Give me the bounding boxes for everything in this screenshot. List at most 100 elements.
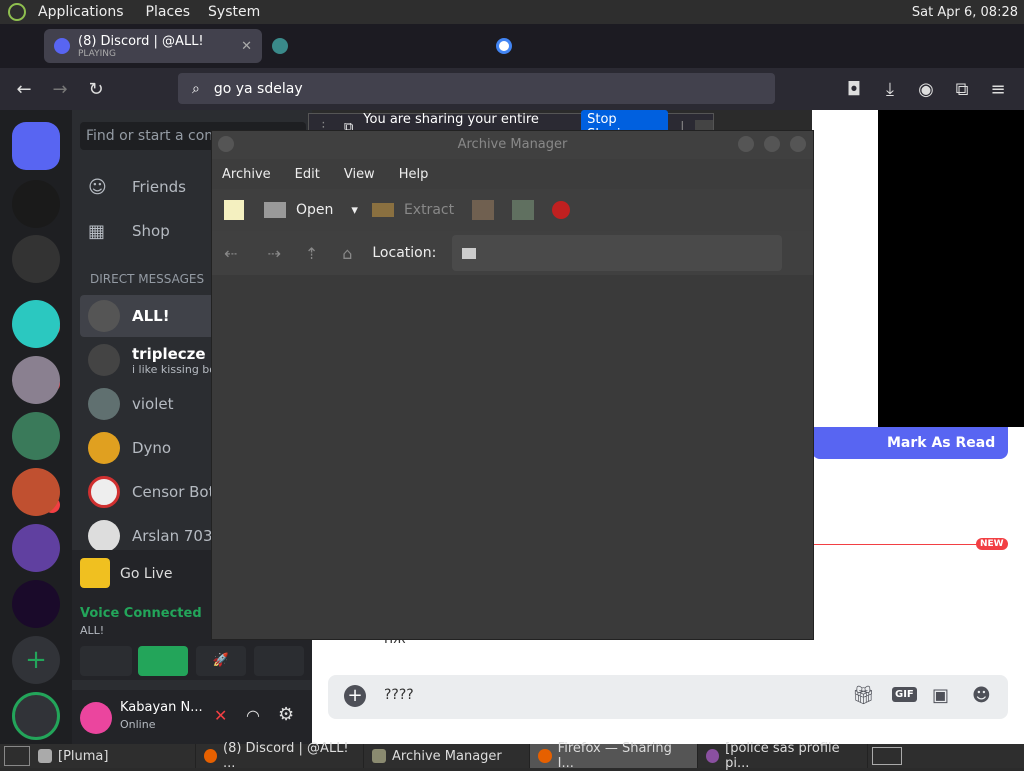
message-composer[interactable]: + ???? 🎁︎ GIF ▣ ☻ <box>328 675 1008 719</box>
reload-icon[interactable]: ↻ <box>78 79 114 100</box>
server-list: 3 1 4 + <box>0 110 72 746</box>
task-discord[interactable]: (8) Discord | @ALL! ... <box>196 741 364 771</box>
places-menu[interactable]: Places <box>146 4 191 20</box>
add-server-icon[interactable]: + <box>12 636 60 684</box>
folder-icon <box>462 247 477 259</box>
user-panel: Kabayan N... Online ✕ ◠ ⚙ <box>72 690 312 746</box>
task-label: Firefox — Sharing I... <box>557 741 672 771</box>
server-icon[interactable] <box>12 412 60 460</box>
dm-name: Censor Bot <box>132 483 215 501</box>
minimize-window-icon[interactable] <box>738 136 754 152</box>
workspace-switcher-icon[interactable] <box>872 747 902 765</box>
add-folder-icon[interactable] <box>512 200 535 220</box>
go-live-icon[interactable] <box>80 558 110 588</box>
task-police[interactable]: [police sas profile pi... <box>698 741 868 771</box>
server-icon[interactable] <box>12 180 60 228</box>
firefox-icon <box>538 749 552 763</box>
sticker-icon[interactable]: ▣ <box>932 685 949 706</box>
voice-channel-label: ALL! <box>80 624 105 637</box>
mark-as-read-button[interactable]: Mark As Read <box>812 427 1008 459</box>
task-pluma[interactable]: [Pluma] <box>30 744 196 768</box>
server-icon[interactable] <box>12 580 60 628</box>
server-icon[interactable] <box>12 524 60 572</box>
file-list[interactable] <box>212 275 813 639</box>
show-desktop-icon[interactable] <box>4 746 30 766</box>
menu-help[interactable]: Help <box>399 167 429 182</box>
menu-archive[interactable]: Archive <box>222 167 271 182</box>
add-files-icon[interactable] <box>472 200 495 220</box>
forward-icon[interactable]: ⇢ <box>267 244 280 263</box>
new-archive-icon[interactable] <box>224 200 244 220</box>
pluma-icon <box>38 749 52 763</box>
friends-icon: ☺ <box>88 176 107 198</box>
menu-icon[interactable]: ≡ <box>980 79 1016 100</box>
open-button[interactable]: Open <box>296 202 333 218</box>
emoji-icon[interactable]: ☻ <box>972 685 991 706</box>
user-status: Online <box>120 718 156 731</box>
soundboard-button[interactable] <box>254 646 304 676</box>
system-menu[interactable]: System <box>208 4 260 20</box>
gift-icon[interactable]: 🎁︎ <box>852 685 875 706</box>
dm-status: i like kissing boy <box>132 362 223 376</box>
maximize-window-icon[interactable] <box>764 136 780 152</box>
dm-name: ALL! <box>132 307 170 325</box>
menu-view[interactable]: View <box>344 167 375 182</box>
forward-icon[interactable]: → <box>42 79 78 100</box>
camera-off-button[interactable] <box>80 646 132 676</box>
tab-2[interactable] <box>262 29 486 63</box>
account-icon[interactable]: ◉ <box>908 79 944 100</box>
close-window-icon[interactable] <box>790 136 806 152</box>
tab-discord[interactable]: (8) Discord | @ALL! PLAYING ✕ <box>44 29 262 63</box>
location-field[interactable] <box>452 235 783 271</box>
headphones-icon[interactable]: ◠ <box>246 706 260 725</box>
new-badge: NEW <box>976 538 1008 550</box>
dm-name: violet <box>132 395 174 413</box>
explore-icon[interactable] <box>12 692 60 740</box>
clock[interactable]: Sat Apr 6, 08:28 <box>912 5 1018 20</box>
settings-gear-icon[interactable]: ⚙ <box>278 704 294 725</box>
open-dropdown-icon[interactable]: ▾ <box>351 203 358 218</box>
mute-icon[interactable]: ✕ <box>214 706 227 725</box>
url-bar[interactable]: ⌕ go ya sdelay <box>178 73 775 104</box>
avatar <box>88 520 120 552</box>
extract-button[interactable]: Extract <box>404 202 454 218</box>
task-archive-manager[interactable]: Archive Manager <box>364 744 530 768</box>
avatar <box>88 476 120 508</box>
back-icon[interactable]: ← <box>6 79 42 100</box>
open-icon[interactable] <box>264 202 286 218</box>
up-icon[interactable]: ⇡ <box>305 244 318 263</box>
server-icon[interactable] <box>12 300 60 348</box>
stop-icon[interactable] <box>552 201 571 219</box>
task-firefox-sharing[interactable]: Firefox — Sharing I... <box>530 741 698 771</box>
download-icon[interactable]: ⤓ <box>872 79 908 100</box>
applications-menu[interactable]: Applications <box>38 4 124 20</box>
composer-text: ???? <box>384 687 414 703</box>
tab-playing-label: PLAYING <box>78 48 116 59</box>
discord-home-icon[interactable] <box>12 122 60 170</box>
server-icon[interactable] <box>12 468 60 516</box>
go-live-label[interactable]: Go Live <box>120 566 172 582</box>
activity-button[interactable]: 🚀 <box>196 646 246 676</box>
taskbar: [Pluma] (8) Discord | @ALL! ... Archive … <box>0 741 1024 771</box>
gif-button[interactable]: GIF <box>892 687 917 702</box>
tab-close-icon[interactable]: ✕ <box>241 39 252 54</box>
home-icon[interactable]: ⌂ <box>342 244 352 263</box>
dm-name: Arslan 703 <box>132 527 213 545</box>
task-label: [Pluma] <box>58 748 109 764</box>
menu-edit[interactable]: Edit <box>295 167 320 182</box>
back-icon[interactable]: ⇠ <box>224 244 237 263</box>
archive-icon <box>372 749 386 763</box>
avatar[interactable] <box>80 702 112 734</box>
location-label: Location: <box>372 245 437 261</box>
google-favicon-icon <box>496 38 512 54</box>
gnome-logo-icon[interactable] <box>8 3 26 21</box>
server-icon[interactable] <box>12 235 60 283</box>
location-bar: ⇠ ⇢ ⇡ ⌂ Location: <box>212 231 813 275</box>
pocket-icon[interactable]: ◘ <box>836 79 872 100</box>
server-icon[interactable] <box>12 356 60 404</box>
screen-share-button[interactable] <box>138 646 188 676</box>
window-menu-icon[interactable] <box>218 136 234 152</box>
tab-google[interactable] <box>486 29 716 63</box>
extensions-icon[interactable]: ⧉ <box>944 79 980 100</box>
attach-plus-icon[interactable]: + <box>344 685 366 707</box>
